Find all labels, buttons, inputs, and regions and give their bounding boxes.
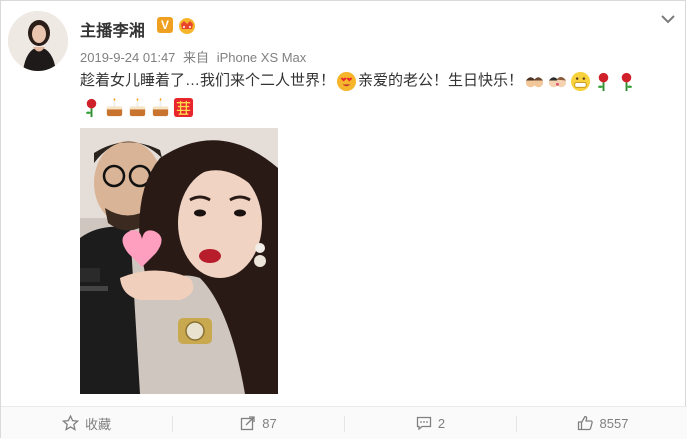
source-prefix: 来自	[183, 50, 210, 65]
like-button[interactable]: 8557	[517, 407, 688, 439]
post-text: 趁着女儿睡着了…我们来个二人世界！ 亲爱的老公！生日快乐！	[80, 68, 680, 120]
source-device-link[interactable]: iPhone XS Max	[217, 50, 307, 65]
grin-emoji-icon	[570, 71, 591, 91]
like-count: 8557	[599, 415, 629, 431]
couple-selfie-image	[80, 128, 278, 394]
cake-emoji-icon	[152, 97, 169, 116]
cake-emoji-icon	[106, 97, 123, 116]
post-meta: 2019-9-24 01:47 来自 iPhone XS Max	[80, 47, 306, 66]
favorite-label: 收藏	[84, 416, 111, 432]
chevron-down-icon[interactable]	[660, 13, 676, 25]
cake-emoji-icon	[129, 97, 146, 116]
thumbs-up-icon	[577, 415, 593, 431]
weibo-post-card: 主播李湘 V 2019-9-24 01:47 来自 iPhone XS Max …	[0, 0, 687, 439]
couple-emoji-icon	[525, 76, 544, 87]
post-text-part2: 亲爱的老公！生日快乐！	[358, 72, 524, 89]
couple-kiss-emoji-icon	[548, 76, 567, 87]
rose-emoji-icon	[621, 72, 633, 91]
repost-button[interactable]: 87	[173, 407, 344, 439]
share-arrow-icon	[241, 416, 255, 431]
rose-emoji-icon	[597, 72, 609, 91]
double-happiness-emoji-icon	[173, 97, 194, 117]
favorite-button[interactable]: 收藏	[1, 407, 172, 439]
post-photo[interactable]	[80, 128, 278, 394]
member-crown-icon[interactable]	[177, 15, 197, 35]
post-text-part1: 趁着女儿睡着了…我们来个二人世界！	[80, 72, 336, 89]
timestamp-link[interactable]: 2019-9-24 01:47	[80, 50, 175, 65]
username-link[interactable]: 主播李湘	[80, 17, 145, 41]
heart-eyes-emoji-icon	[336, 71, 357, 91]
rose-emoji-icon	[85, 98, 97, 117]
avatar[interactable]	[8, 11, 68, 71]
star-icon	[61, 415, 79, 431]
repost-count: 87	[262, 415, 277, 431]
avatar-image	[8, 11, 68, 71]
verified-badge-icon[interactable]: V	[157, 17, 173, 33]
action-bar: 收藏 87 2 8557	[1, 406, 687, 439]
comment-icon	[416, 416, 432, 431]
comment-button[interactable]: 2	[345, 407, 516, 439]
comment-count: 2	[437, 415, 446, 431]
